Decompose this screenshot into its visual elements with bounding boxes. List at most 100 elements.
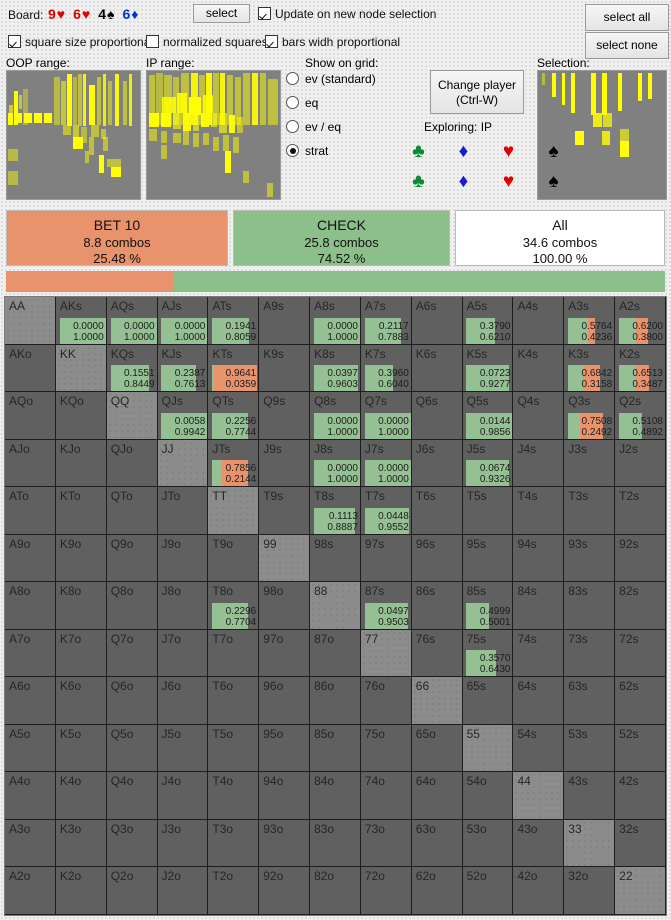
hand-cell[interactable]: QJs 0.0058 0.9942 — [157, 392, 209, 440]
hand-cell[interactable]: 64s — [513, 677, 565, 725]
hand-cell[interactable]: Q9o — [106, 534, 158, 583]
hand-cell[interactable]: Q2s 0.5108 0.4892 — [615, 392, 666, 440]
select-all-button[interactable]: select all — [585, 4, 669, 31]
hand-cell[interactable]: 84s — [513, 582, 565, 630]
radio-strat[interactable]: strat — [286, 144, 328, 158]
hand-cell[interactable]: A2s 0.6200 0.3800 — [615, 297, 666, 345]
hand-cell[interactable]: QJo — [106, 439, 158, 488]
hand-cell[interactable]: 82o — [310, 867, 361, 915]
hand-cell[interactable]: JTs 0.7856 0.2144 — [208, 439, 260, 488]
hand-cell[interactable]: 96o — [259, 677, 311, 725]
hand-cell[interactable]: 73o — [360, 819, 412, 868]
hand-cell[interactable]: A3o — [5, 819, 56, 868]
hand-cell[interactable]: 86s — [411, 582, 463, 630]
radio-ev-standard[interactable]: ev (standard) — [286, 72, 376, 86]
hand-cell[interactable]: QQ — [106, 392, 158, 440]
hand-cell[interactable]: 75s 0.3570 0.6430 — [462, 629, 514, 678]
bars-width-proportional-checkbox[interactable]: bars widh proportional — [265, 35, 400, 49]
hand-cell[interactable]: 99 — [259, 534, 311, 583]
hand-cell[interactable]: 95s — [462, 534, 514, 583]
action-all[interactable]: All 34.6 combos 100.00 % — [455, 210, 665, 266]
select-button[interactable]: select — [193, 4, 250, 23]
hand-cell[interactable]: AKo — [5, 344, 56, 393]
hand-cell[interactable]: 97o — [259, 629, 311, 678]
hand-cell[interactable]: J4s — [513, 439, 565, 488]
hand-cell[interactable]: 66 — [411, 677, 463, 725]
hand-cell[interactable]: T4o — [208, 772, 260, 820]
hand-cell[interactable]: A5o — [5, 724, 56, 773]
hand-cell[interactable]: 22 — [615, 867, 666, 915]
action-bet-10[interactable]: BET 10 8.8 combos 25.48 % — [6, 210, 228, 266]
hand-cell[interactable]: KJs 0.2387 0.7613 — [157, 344, 209, 393]
hand-cell[interactable]: KTo — [55, 487, 107, 535]
hand-cell[interactable]: Q4o — [106, 772, 158, 820]
hand-cell[interactable]: 94s — [513, 534, 565, 583]
hand-cell[interactable]: 86o — [310, 677, 361, 725]
radio-ev-eq[interactable]: ev / eq — [286, 120, 341, 134]
hand-cell[interactable]: J7o — [157, 629, 209, 678]
hand-cell[interactable]: 92s — [615, 534, 666, 583]
hand-cell[interactable]: T5s — [462, 487, 514, 535]
hand-cell[interactable]: 73s — [564, 629, 616, 678]
oop-range-chart[interactable] — [6, 70, 141, 200]
hand-cell[interactable]: 72o — [360, 867, 412, 915]
update-on-new-node-checkbox[interactable]: Update on new node selection — [258, 7, 436, 21]
hand-cell[interactable]: AJs 0.0000 1.0000 — [157, 297, 209, 345]
hand-cell[interactable]: 84o — [310, 772, 361, 820]
hand-cell[interactable]: K3s 0.6842 0.3158 — [564, 344, 616, 393]
hand-cell[interactable]: K4s — [513, 344, 565, 393]
hand-cell[interactable]: 94o — [259, 772, 311, 820]
hand-cell[interactable]: K4o — [55, 772, 107, 820]
hand-cell[interactable]: ATs 0.1941 0.8059 — [208, 297, 260, 345]
hand-cell[interactable]: 85s 0.4999 0.5001 — [462, 582, 514, 630]
club-icon[interactable]: ♣ — [410, 142, 427, 161]
hand-cell[interactable]: J8s 0.0000 1.0000 — [310, 439, 361, 488]
hand-cell[interactable]: Q6s — [411, 392, 463, 440]
diamond-icon[interactable]: ♦ — [455, 172, 472, 191]
hand-cell[interactable]: 93s — [564, 534, 616, 583]
hand-cell[interactable]: K2s 0.6513 0.3487 — [615, 344, 666, 393]
hand-cell[interactable]: AQs 0.0000 1.0000 — [106, 297, 158, 345]
hand-cell[interactable]: T3o — [208, 819, 260, 868]
hand-cell[interactable]: Q3s 0.7508 0.2492 — [564, 392, 616, 440]
hand-cell[interactable]: A8s 0.0000 1.0000 — [310, 297, 361, 345]
hand-cell[interactable]: J4o — [157, 772, 209, 820]
hand-cell[interactable]: K5o — [55, 724, 107, 773]
hand-cell[interactable]: A8o — [5, 582, 56, 630]
hand-cell[interactable]: K9s — [259, 344, 311, 393]
hand-cell[interactable]: JJ — [157, 439, 209, 488]
hand-cell[interactable]: 96s — [411, 534, 463, 583]
hand-cell[interactable]: A3s 0.5764 0.4236 — [564, 297, 616, 345]
hand-cell[interactable]: 32s — [615, 819, 666, 868]
hand-cell[interactable]: A4s — [513, 297, 565, 345]
hand-cell[interactable]: AA — [5, 297, 56, 345]
heart-icon[interactable]: ♥ — [500, 172, 517, 191]
hand-cell[interactable]: K2o — [55, 867, 107, 915]
hand-cell[interactable]: T5o — [208, 724, 260, 773]
hand-cell[interactable]: J9s — [259, 439, 311, 488]
hand-cell[interactable]: 63o — [411, 819, 463, 868]
hand-cell[interactable]: Q2o — [106, 867, 158, 915]
hand-cell[interactable]: T2o — [208, 867, 260, 915]
hand-cell[interactable]: 75o — [360, 724, 412, 773]
hand-cell[interactable]: Q6o — [106, 677, 158, 725]
hand-cell[interactable]: 74s — [513, 629, 565, 678]
hand-cell[interactable]: T4s — [513, 487, 565, 535]
hand-cell[interactable]: A9s — [259, 297, 311, 345]
hand-cell[interactable]: A5s 0.3790 0.6210 — [462, 297, 514, 345]
heart-icon[interactable]: ♥ — [500, 142, 517, 161]
hand-cell[interactable]: K7s 0.3960 0.6040 — [360, 344, 412, 393]
hand-cell[interactable]: Q7o — [106, 629, 158, 678]
hand-cell[interactable]: AKs 0.0000 1.0000 — [55, 297, 107, 345]
hand-cell[interactable]: J3o — [157, 819, 209, 868]
hand-cell[interactable]: T6o — [208, 677, 260, 725]
suit-filter-row-1[interactable]: ♣ ♦ ♥ ♠ — [410, 142, 562, 161]
square-size-proportional-checkbox[interactable]: square size proportional — [8, 35, 153, 49]
hand-cell[interactable]: J5s 0.0674 0.9326 — [462, 439, 514, 488]
hand-cell[interactable]: 98o — [259, 582, 311, 630]
hand-cell[interactable]: 83o — [310, 819, 361, 868]
hand-cell[interactable]: A6o — [5, 677, 56, 725]
hand-cell[interactable]: 76s — [411, 629, 463, 678]
hand-cell[interactable]: Q8s 0.0000 1.0000 — [310, 392, 361, 440]
hand-cell[interactable]: 93o — [259, 819, 311, 868]
